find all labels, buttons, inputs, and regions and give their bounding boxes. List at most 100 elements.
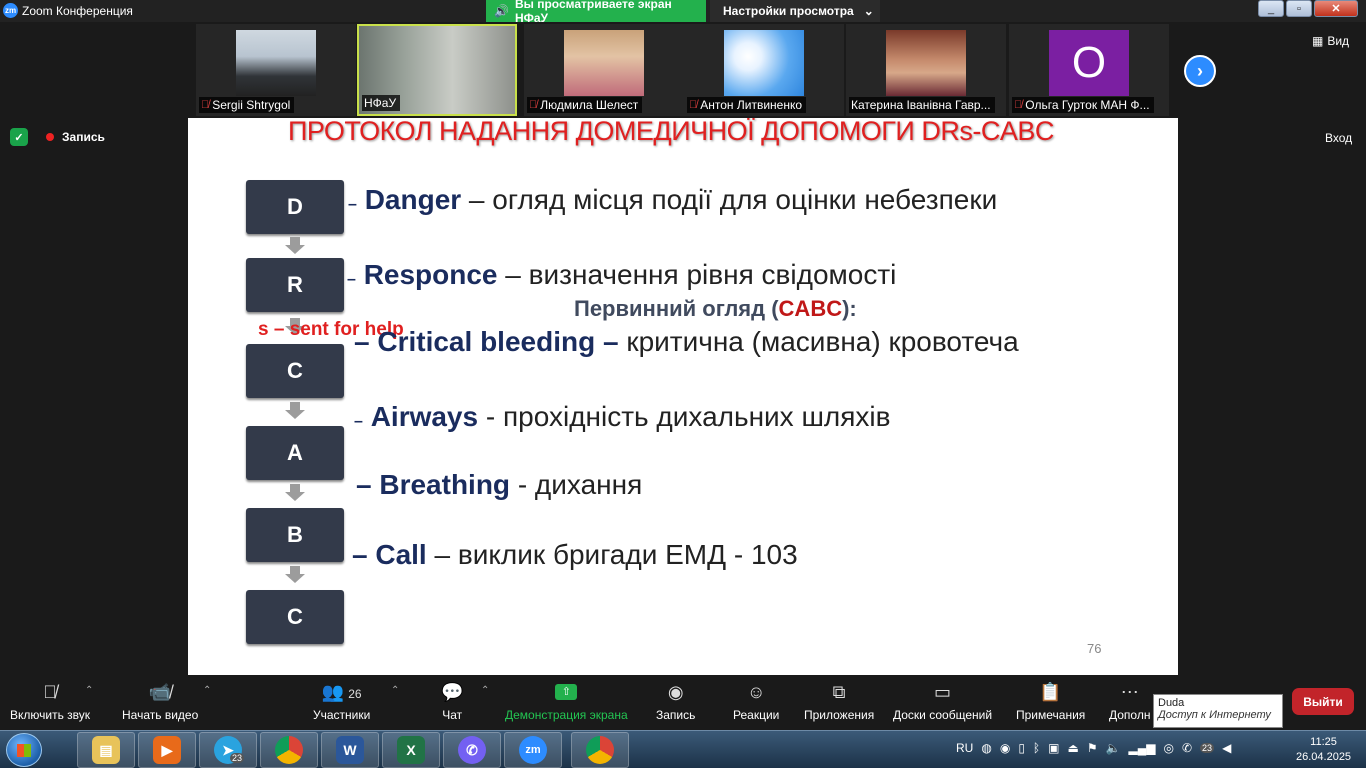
bluetooth-icon[interactable]: ᛒ bbox=[1033, 741, 1040, 755]
participants-icon: 👥 26 bbox=[321, 682, 362, 702]
step-box-a: A bbox=[246, 426, 344, 480]
participant-tile-active[interactable]: НФаУ bbox=[357, 24, 517, 116]
protocol-line-call: – Call – виклик бригади ЕМД - 103 bbox=[352, 539, 798, 570]
maximize-button[interactable]: ▫ bbox=[1286, 0, 1312, 17]
participant-label: 🎙̸ Sergii Shtrygol bbox=[199, 97, 295, 113]
login-button[interactable]: Вход bbox=[1325, 131, 1352, 145]
participant-tile[interactable]: О 🎙̸ Ольга Гурток МАН Ф... bbox=[1009, 24, 1169, 116]
chevron-down-icon: ⌄ bbox=[863, 4, 874, 18]
mic-off-icon: 🎙̸ bbox=[43, 682, 57, 702]
taskbar-chrome-profile[interactable] bbox=[571, 732, 629, 768]
step-box-c2: C bbox=[246, 590, 344, 644]
protocol-line-responce: – Responce – визначення рівня свідомості bbox=[347, 259, 897, 290]
window-controls: _ ▫ ✕ bbox=[1258, 0, 1358, 17]
notes-button[interactable]: 📋 Примечания bbox=[1016, 681, 1085, 722]
step-box-r: R bbox=[246, 258, 344, 312]
network-tooltip: Duda Доступ к Интернету bbox=[1153, 694, 1283, 728]
taskbar-media-player[interactable]: ▶ bbox=[138, 732, 196, 768]
volume-icon[interactable]: 🔈 bbox=[1106, 741, 1121, 755]
word-icon: W bbox=[336, 736, 364, 764]
share-screen-button[interactable]: ⇧ Демонстрация экрана bbox=[505, 681, 628, 722]
recording-indicator: ✓ Запись bbox=[10, 128, 105, 146]
participant-tile[interactable]: 🎙̸ Антон Литвиненко bbox=[684, 24, 844, 116]
minimize-button[interactable]: _ bbox=[1258, 0, 1284, 17]
speaker-muted-icon[interactable]: ◀ bbox=[1222, 741, 1231, 755]
slide-title: ПРОТОКОЛ НАДАННЯ ДОМЕДИЧНОЇ ДОПОМОГИ DRs… bbox=[288, 118, 1054, 146]
participant-video bbox=[724, 30, 804, 96]
taskbar-word[interactable]: W bbox=[321, 732, 379, 768]
participant-video bbox=[564, 30, 644, 96]
participant-video bbox=[886, 30, 966, 96]
start-button[interactable] bbox=[6, 733, 42, 767]
participant-avatar: О bbox=[1049, 30, 1129, 96]
zoom-icon: zm bbox=[519, 736, 547, 764]
chat-icon: 💬 bbox=[441, 682, 464, 702]
media-player-icon: ▶ bbox=[153, 736, 181, 764]
taskbar-telegram[interactable]: ➤ 23 bbox=[199, 732, 257, 768]
view-button[interactable]: ▦ Вид bbox=[1312, 34, 1349, 48]
taskbar-chrome[interactable] bbox=[260, 732, 318, 768]
network-signal-icon[interactable]: ▂▄▆ bbox=[1129, 741, 1156, 755]
system-tray: RU ◍ ◉ ▯ ᛒ ▣ ⏏ ⚑ 🔈 ▂▄▆ ◎ ✆ 23 ◀ bbox=[956, 741, 1231, 755]
nvidia-icon[interactable]: ▣ bbox=[1048, 741, 1059, 755]
participants-button[interactable]: 👥 26 Участники bbox=[313, 681, 370, 722]
participant-tile[interactable]: 🎙̸ Людмила Шелест bbox=[524, 24, 684, 116]
window-title: Zoom Конференция bbox=[22, 4, 133, 18]
participant-label: Катерина Іванівна Гавр... bbox=[849, 97, 995, 113]
taskbar-zoom[interactable]: zm bbox=[504, 732, 562, 768]
start-video-button[interactable]: 📹̸ Начать видео bbox=[122, 681, 198, 722]
taskbar-excel[interactable]: X bbox=[382, 732, 440, 768]
protocol-line-breathing: – Breathing - дихання bbox=[356, 469, 643, 500]
close-button[interactable]: ✕ bbox=[1314, 0, 1358, 17]
whiteboards-button[interactable]: ▭ Доски сообщений bbox=[893, 681, 992, 722]
more-dots-icon: ⋯ bbox=[1120, 682, 1139, 702]
participant-label: 🎙̸ Людмила Шелест bbox=[527, 97, 643, 113]
participant-video bbox=[236, 30, 316, 96]
step-box-c: C bbox=[246, 344, 344, 398]
action-center-flag-icon[interactable]: ⚑ bbox=[1087, 741, 1098, 755]
zoom-tray-icon[interactable]: ◉ bbox=[1000, 741, 1010, 755]
apps-button[interactable]: ⧉ Приложения bbox=[804, 681, 874, 722]
protocol-line-airways: – Airways - прохідність дихальних шляхів bbox=[354, 401, 891, 432]
chat-caret-icon[interactable]: ⌃ bbox=[481, 685, 489, 696]
record-icon: ◉ bbox=[667, 682, 684, 702]
unmute-button[interactable]: 🎙̸ Включить звук bbox=[10, 681, 90, 722]
excel-icon: X bbox=[397, 736, 425, 764]
clipboard-tray-icon[interactable]: ▯ bbox=[1018, 741, 1025, 755]
viber-tray-icon[interactable]: ✆ bbox=[1182, 741, 1192, 755]
more-button[interactable]: ⋯ Дополн bbox=[1109, 681, 1150, 722]
folder-icon: ▤ bbox=[92, 736, 120, 764]
record-button[interactable]: ◉ Запись bbox=[656, 681, 695, 722]
participant-tile[interactable]: Катерина Іванівна Гавр... bbox=[846, 24, 1006, 116]
video-options-caret-icon[interactable]: ⌃ bbox=[203, 685, 211, 696]
usb-icon[interactable]: ⏏ bbox=[1067, 741, 1078, 755]
next-page-arrow-icon[interactable]: › bbox=[1184, 55, 1216, 87]
view-options-button[interactable]: Настройки просмотра ⌄ bbox=[710, 0, 880, 22]
mic-off-icon: 🎙̸ bbox=[201, 99, 210, 111]
down-arrow-icon bbox=[285, 237, 305, 255]
view-button-label: Вид bbox=[1327, 34, 1350, 48]
chrome-tray-icon[interactable]: ◍ bbox=[981, 741, 991, 755]
title-bar: zm Zoom Конференция 🔊 Вы просматриваете … bbox=[0, 0, 1366, 25]
zoom-logo-icon: zm bbox=[3, 3, 18, 18]
camera-tray-icon[interactable]: ◎ bbox=[1164, 741, 1174, 755]
down-arrow-icon bbox=[285, 402, 305, 420]
participant-tile[interactable]: 🎙̸ Sergii Shtrygol bbox=[196, 24, 356, 116]
chat-button[interactable]: 💬 Чат bbox=[441, 681, 463, 722]
participants-caret-icon[interactable]: ⌃ bbox=[391, 685, 399, 696]
language-indicator[interactable]: RU bbox=[956, 741, 973, 755]
mic-off-icon: 🎙̸ bbox=[1014, 99, 1023, 111]
taskbar-clock[interactable]: 11:25 26.04.2025 bbox=[1296, 735, 1351, 765]
taskbar-viber[interactable]: ✆ bbox=[443, 732, 501, 768]
viber-icon: ✆ bbox=[458, 736, 486, 764]
telegram-tray-badge[interactable]: 23 bbox=[1200, 743, 1215, 753]
notes-icon: 📋 bbox=[1039, 682, 1062, 702]
reactions-button[interactable]: ☺ Реакции bbox=[733, 681, 779, 722]
shield-icon[interactable]: ✓ bbox=[10, 128, 28, 146]
taskbar-explorer[interactable]: ▤ bbox=[77, 732, 135, 768]
mic-off-icon: 🎙̸ bbox=[529, 99, 538, 111]
leave-meeting-button[interactable]: Выйти bbox=[1292, 688, 1354, 715]
record-dot-icon bbox=[46, 133, 54, 141]
audio-options-caret-icon[interactable]: ⌃ bbox=[85, 685, 93, 696]
primary-survey-label: Первинний огляд (CABC): bbox=[574, 296, 857, 321]
